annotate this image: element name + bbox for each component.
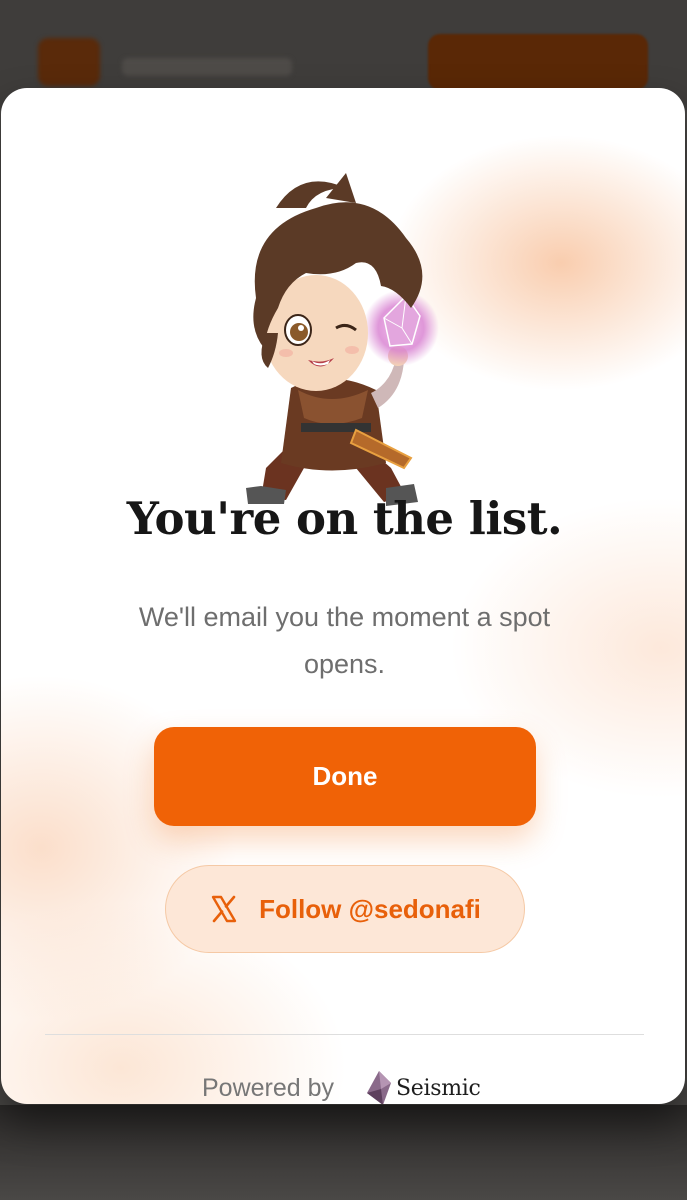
- background-bottom: [0, 1105, 687, 1200]
- follow-x-button[interactable]: Follow @sedonafi: [165, 865, 525, 953]
- x-logo-icon: [211, 895, 237, 923]
- seismic-brand-name: Seismic: [396, 1076, 481, 1101]
- footer-divider: [45, 1034, 644, 1035]
- mascot-illustration: [246, 173, 439, 506]
- follow-label: Follow @sedonafi: [259, 893, 481, 924]
- success-modal: You're on the list. We'll email you the …: [1, 88, 685, 1104]
- done-button[interactable]: Done: [154, 727, 536, 826]
- modal-title: You're on the list.: [126, 492, 563, 545]
- seismic-logo-icon: [367, 1071, 391, 1104]
- background-brand: [122, 58, 292, 76]
- modal-subtitle: We'll email you the moment a spot opens.: [138, 602, 551, 679]
- background-logo: [38, 38, 100, 86]
- background-cta-button: [428, 34, 648, 90]
- powered-by-label: Powered by: [202, 1074, 335, 1102]
